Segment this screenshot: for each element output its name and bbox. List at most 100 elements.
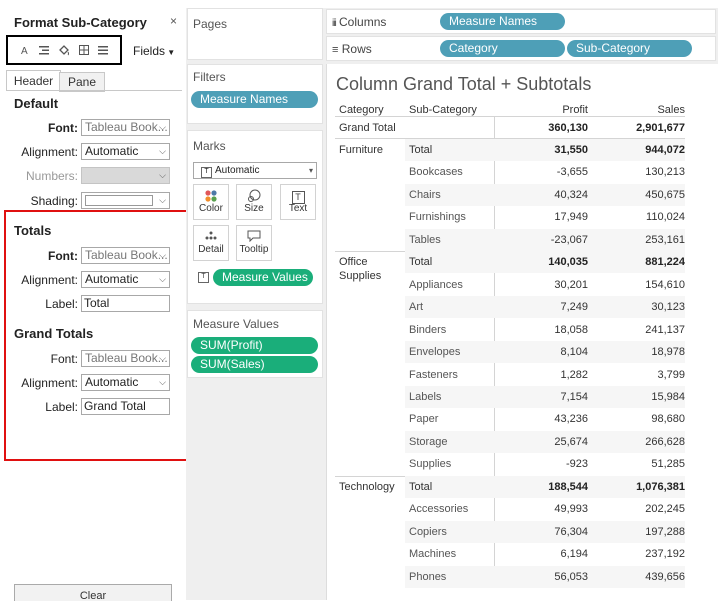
measure-values-title: Measure Values (193, 317, 279, 331)
columns-pill-measure-names[interactable]: Measure Names (440, 13, 565, 30)
detail-button[interactable]: Detail (193, 225, 229, 261)
color-button[interactable]: Color (193, 184, 229, 220)
clear-button[interactable]: Clear (14, 584, 172, 601)
header-sales[interactable]: Sales (596, 104, 685, 116)
sub-category-label[interactable]: Envelopes (409, 346, 460, 358)
chevron-down-icon: ▾ (308, 166, 313, 175)
size-label: Size (244, 203, 264, 214)
tab-divider (6, 90, 182, 91)
default-numbers-label: Numbers: (25, 169, 78, 183)
default-font-select[interactable]: Tableau Book... ⌵ (81, 119, 170, 136)
sub-category-label[interactable]: Machines (409, 548, 456, 560)
sub-category-label[interactable]: Accessories (409, 503, 468, 515)
sales-value: 3,799 (657, 368, 685, 381)
header-sub-category[interactable]: Sub-Category (409, 104, 477, 116)
marks-measure-values-pill[interactable]: Measure Values (213, 269, 313, 286)
sub-category-label[interactable]: Bookcases (409, 166, 463, 178)
sub-category-label[interactable]: Appliances (409, 279, 463, 291)
header-category[interactable]: Category (339, 104, 384, 116)
tooltip-label: Tooltip (239, 244, 269, 255)
text-icon: T (281, 189, 315, 204)
align-icon[interactable] (39, 46, 49, 58)
category-label[interactable]: Office (339, 256, 368, 268)
size-icon (237, 189, 271, 203)
default-font-label: Font: (48, 121, 78, 135)
profit-value: 17,949 (554, 211, 588, 224)
sub-category-label[interactable]: Fasteners (409, 369, 458, 381)
size-button[interactable]: Size (236, 184, 272, 220)
borders-icon[interactable] (79, 45, 89, 58)
sub-category-label[interactable]: Art (409, 301, 423, 313)
text-label: Text (288, 203, 308, 214)
tooltip-icon (237, 230, 271, 244)
highlight-box (4, 210, 190, 461)
profit-value: 40,324 (554, 188, 588, 201)
sub-category-label[interactable]: Chairs (409, 189, 441, 201)
close-icon[interactable]: × (170, 14, 177, 28)
category-label[interactable]: Supplies (339, 270, 381, 282)
profit-value: 188,544 (548, 480, 588, 493)
grand-total-label[interactable]: Grand Total (339, 122, 396, 134)
rows-pill-category[interactable]: Category (440, 40, 565, 57)
sales-value: 130,213 (645, 166, 685, 179)
sub-category-label[interactable]: Phones (409, 571, 446, 583)
sales-value: 1,076,381 (636, 480, 685, 493)
subtotal-label[interactable]: Total (409, 144, 432, 156)
sub-category-label[interactable]: Furnishings (409, 211, 466, 223)
format-panel-title: Format Sub-Category (14, 15, 147, 30)
sub-category-label[interactable]: Supplies (409, 458, 451, 470)
sales-value: 241,137 (645, 323, 685, 336)
header-profit[interactable]: Profit (500, 104, 588, 116)
default-alignment-label: Alignment: (21, 145, 78, 159)
measure-pill-sum-sales[interactable]: SUM(Sales) (191, 356, 318, 373)
default-alignment-select[interactable]: Automatic ⌵ (81, 143, 170, 160)
category-label[interactable]: Technology (339, 481, 395, 493)
lines-icon[interactable] (98, 46, 108, 58)
chevron-down-icon: ⌵ (159, 146, 166, 156)
sales-value: 18,978 (651, 346, 685, 358)
detail-icon (194, 230, 228, 244)
tab-pane[interactable]: Pane (59, 72, 105, 92)
sub-category-label[interactable]: Paper (409, 413, 438, 425)
mark-type-select[interactable]: T Automatic ▾ (193, 162, 317, 179)
shading-swatch (85, 195, 153, 206)
sub-category-label[interactable]: Tables (409, 234, 441, 246)
text-mark-icon: T (201, 167, 212, 178)
profit-value: 18,058 (554, 323, 588, 336)
sales-value: 881,224 (645, 256, 685, 269)
tab-header[interactable]: Header (6, 70, 61, 91)
profit-value: 1,282 (560, 368, 588, 381)
rows-pill-sub-category[interactable]: Sub-Category (567, 40, 692, 57)
sales-value: 15,984 (651, 390, 685, 403)
sub-category-label[interactable]: Storage (409, 436, 448, 448)
profit-value: 8,104 (560, 346, 588, 358)
subtotal-label[interactable]: Total (409, 256, 432, 268)
profit-value: -923 (565, 458, 588, 471)
text-button[interactable]: T Text (280, 184, 316, 220)
measure-pill-sum-profit[interactable]: SUM(Profit) (191, 337, 318, 354)
sales-value: 450,675 (645, 188, 685, 201)
fields-dropdown[interactable]: Fields ▼ (133, 44, 175, 58)
subtotal-label[interactable]: Total (409, 481, 432, 493)
font-icon[interactable]: A (21, 46, 28, 57)
sales-value: 51,285 (651, 458, 685, 471)
profit-value: -3,655 (556, 166, 588, 179)
filters-title: Filters (193, 70, 226, 84)
filter-pill-measure-names[interactable]: Measure Names (191, 91, 318, 108)
sub-category-label[interactable]: Labels (409, 391, 441, 403)
header-rule (335, 116, 685, 117)
chevron-down-icon: ⌵ (159, 122, 166, 132)
default-shading-select[interactable]: ⌵ (81, 192, 170, 209)
category-label[interactable]: Furniture (339, 144, 383, 156)
format-toolbar: A (6, 35, 122, 65)
sub-category-label[interactable]: Binders (409, 324, 446, 336)
marks-title: Marks (193, 139, 226, 153)
pages-card (187, 8, 323, 60)
sales-value: 202,245 (645, 503, 685, 516)
tooltip-button[interactable]: Tooltip (236, 225, 272, 261)
view-title: Column Grand Total + Subtotals (336, 74, 592, 94)
caret-down-icon: ▼ (165, 48, 176, 57)
shading-icon[interactable] (58, 44, 70, 59)
sub-category-label[interactable]: Copiers (409, 526, 447, 538)
profit-value: 56,053 (554, 570, 588, 583)
